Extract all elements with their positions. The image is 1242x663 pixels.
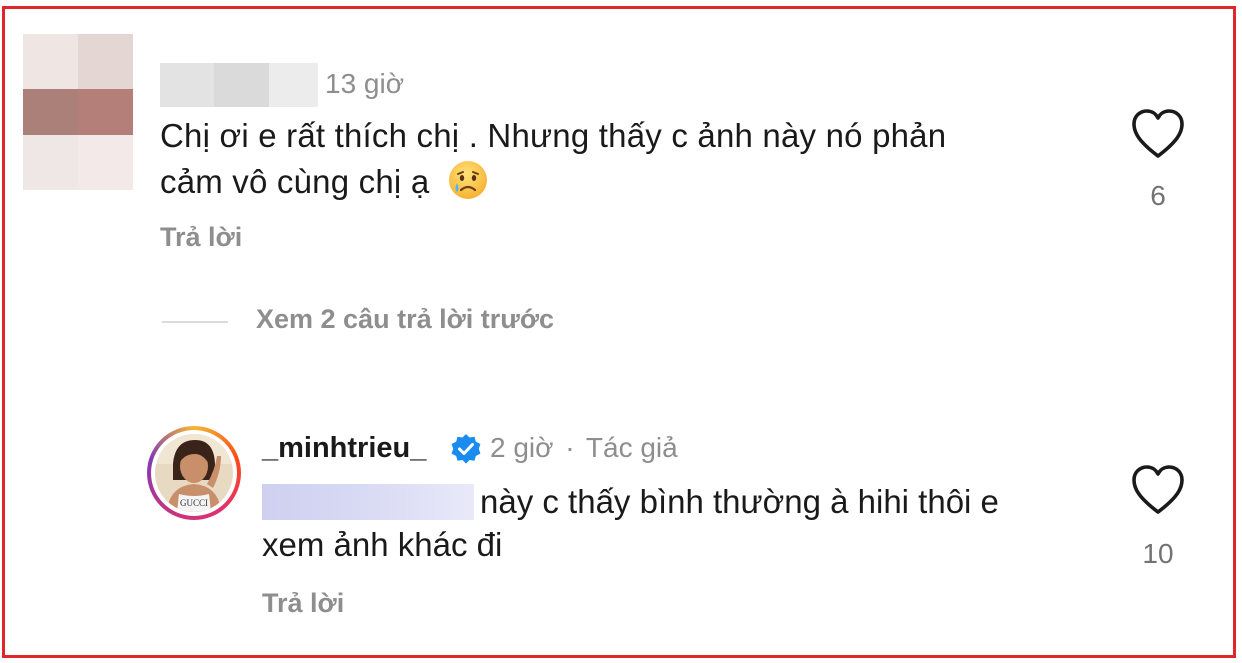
author-avatar-photo: GUCCI bbox=[155, 434, 233, 512]
author-tag: Tác giả bbox=[585, 432, 678, 463]
view-previous-replies-button[interactable]: Xem 2 câu trả lời trước bbox=[256, 304, 554, 335]
reply-button[interactable]: Trả lời bbox=[160, 222, 242, 253]
heart-outline-icon bbox=[1132, 465, 1184, 514]
like-count: 6 bbox=[1150, 180, 1166, 211]
heart-outline-icon bbox=[1132, 109, 1184, 158]
blurred-avatar bbox=[23, 34, 133, 190]
comment-text-line2: xem ảnh khác đi bbox=[262, 526, 503, 563]
like-button[interactable] bbox=[1130, 108, 1186, 165]
like-count: 10 bbox=[1142, 538, 1174, 569]
reply-button[interactable]: Trả lời bbox=[262, 588, 344, 619]
comment-timestamp: 2 giờ bbox=[490, 432, 554, 463]
comment-text-line2: cảm vô cùng chị ạ bbox=[160, 163, 430, 200]
verified-badge-icon bbox=[451, 434, 481, 464]
like-button[interactable] bbox=[1130, 464, 1186, 521]
crying-face-emoji bbox=[448, 161, 487, 199]
comment-text-line1: này c thấy bình thường à hihi thôi e bbox=[480, 483, 999, 520]
comment-timestamp: 13 giờ bbox=[325, 68, 405, 99]
replies-divider-line bbox=[162, 321, 228, 323]
svg-text:GUCCI: GUCCI bbox=[180, 498, 208, 508]
author-avatar[interactable]: GUCCI bbox=[147, 426, 241, 520]
comment-meta: 2 giờ · Tác giả bbox=[490, 432, 678, 464]
author-username[interactable]: _minhtrieu_ bbox=[262, 432, 426, 465]
meta-separator: · bbox=[565, 432, 575, 463]
blurred-mention bbox=[262, 484, 474, 520]
blurred-username bbox=[160, 63, 318, 107]
comment-text: Chị ơi e rất thích chị . Nhưng thấy c ản… bbox=[160, 113, 1080, 205]
comment-text-line1: Chị ơi e rất thích chị . Nhưng thấy c ản… bbox=[160, 117, 947, 154]
